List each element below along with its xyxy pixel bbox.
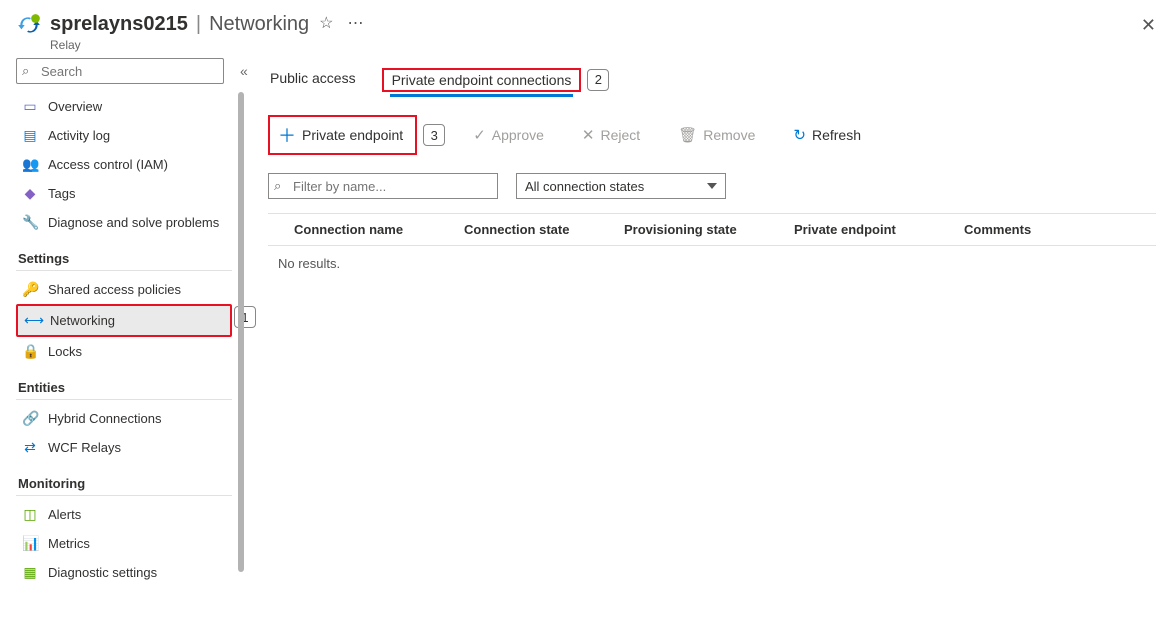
sidebar-item-label: Diagnostic settings bbox=[48, 565, 157, 580]
star-icon: ☆ bbox=[319, 15, 333, 32]
diagnose-icon: 🔧 bbox=[22, 214, 38, 231]
title-separator: | bbox=[196, 13, 201, 36]
dropdown-value: All connection states bbox=[525, 179, 644, 194]
blade-title: Networking bbox=[209, 13, 309, 36]
remove-button[interactable]: 🗑 Remove bbox=[668, 121, 765, 149]
plus-icon: ＋ bbox=[278, 122, 296, 148]
sidebar-item-metrics[interactable]: 📊 Metrics bbox=[16, 529, 232, 558]
sidebar-item-networking[interactable]: ⟷ Networking bbox=[16, 304, 232, 337]
grid-empty-message: No results. bbox=[268, 246, 1156, 281]
refresh-icon: ↻ bbox=[793, 126, 806, 144]
sidebar-search-input[interactable] bbox=[16, 58, 224, 84]
cmd-label: Reject bbox=[601, 127, 641, 143]
hybrid-icon: 🔗 bbox=[22, 410, 38, 427]
sidebar-section-entities: Entities bbox=[18, 380, 232, 395]
sidebar-item-label: Overview bbox=[48, 99, 102, 114]
tab-public-access[interactable]: Public access bbox=[268, 64, 358, 95]
grid-header-row: Connection name Connection state Provisi… bbox=[268, 214, 1156, 246]
sidebar-item-locks[interactable]: 🔒 Locks bbox=[16, 337, 232, 366]
sidebar-item-label: Locks bbox=[48, 344, 82, 359]
sidebar-item-label: Alerts bbox=[48, 507, 81, 522]
sidebar-item-label: Shared access policies bbox=[48, 282, 181, 297]
tags-icon: ◆ bbox=[22, 185, 38, 202]
sidebar-item-wcf-relays[interactable]: ⇄ WCF Relays bbox=[16, 433, 232, 462]
favorite-button[interactable]: ☆ bbox=[315, 12, 337, 36]
add-private-endpoint-button[interactable]: ＋ Private endpoint bbox=[268, 115, 417, 155]
tab-bar: Public access Private endpoint connectio… bbox=[268, 64, 1156, 95]
networking-icon: ⟷ bbox=[24, 312, 40, 329]
diagnostic-icon: ▦ bbox=[22, 564, 38, 581]
sidebar-item-diagnostic-settings[interactable]: ▦ Diagnostic settings bbox=[16, 558, 232, 587]
key-icon: 🔑 bbox=[22, 281, 38, 298]
search-icon: ⌕ bbox=[22, 63, 29, 79]
blade-header: sprelayns0215 | Networking ☆ ⋯ Relay ✕ bbox=[0, 0, 1176, 58]
connections-grid: Connection name Connection state Provisi… bbox=[268, 213, 1156, 281]
relay-icon bbox=[16, 12, 42, 38]
col-connection-state[interactable]: Connection state bbox=[464, 222, 624, 237]
activity-log-icon: ▤ bbox=[22, 127, 38, 144]
col-comments[interactable]: Comments bbox=[964, 222, 1156, 237]
close-button[interactable]: ✕ bbox=[1137, 12, 1160, 38]
cmd-label: Remove bbox=[703, 127, 755, 143]
resource-type: Relay bbox=[50, 38, 1137, 52]
refresh-button[interactable]: ↻ Refresh bbox=[783, 121, 871, 149]
wcf-icon: ⇄ bbox=[22, 439, 38, 456]
metrics-icon: 📊 bbox=[22, 535, 38, 552]
sidebar-section-monitoring: Monitoring bbox=[18, 476, 232, 491]
command-bar: ＋ Private endpoint 3 ✓ Approve ✕ Reject … bbox=[268, 115, 1156, 155]
resource-name: sprelayns0215 bbox=[50, 13, 188, 36]
col-connection-name[interactable]: Connection name bbox=[294, 222, 464, 237]
lock-icon: 🔒 bbox=[22, 343, 38, 360]
connection-state-dropdown[interactable]: All connection states bbox=[516, 173, 726, 199]
sidebar-item-alerts[interactable]: ◫ Alerts bbox=[16, 500, 232, 529]
cmd-label: Refresh bbox=[812, 127, 861, 143]
sidebar-section-settings: Settings bbox=[18, 251, 232, 266]
search-icon: ⌕ bbox=[274, 178, 281, 194]
sidebar-item-activity-log[interactable]: ▤ Activity log bbox=[16, 121, 232, 150]
cmd-label: Private endpoint bbox=[302, 127, 403, 143]
sidebar-item-label: Diagnose and solve problems bbox=[48, 215, 219, 230]
sidebar-item-label: Access control (IAM) bbox=[48, 157, 168, 172]
content-area: Public access Private endpoint connectio… bbox=[240, 58, 1176, 639]
sidebar-item-label: WCF Relays bbox=[48, 440, 121, 455]
sidebar-item-diagnose[interactable]: 🔧 Diagnose and solve problems bbox=[16, 208, 232, 237]
close-icon: ✕ bbox=[1141, 15, 1156, 35]
col-private-endpoint[interactable]: Private endpoint bbox=[794, 222, 964, 237]
check-icon: ✓ bbox=[473, 126, 486, 144]
overview-icon: ▭ bbox=[22, 98, 38, 115]
col-provisioning-state[interactable]: Provisioning state bbox=[624, 222, 794, 237]
sidebar-item-label: Metrics bbox=[48, 536, 90, 551]
sidebar-item-label: Activity log bbox=[48, 128, 110, 143]
sidebar-item-shared-access-policies[interactable]: 🔑 Shared access policies bbox=[16, 275, 232, 304]
sidebar-item-tags[interactable]: ◆ Tags bbox=[16, 179, 232, 208]
reject-button[interactable]: ✕ Reject bbox=[572, 121, 650, 149]
iam-icon: 👥 bbox=[22, 156, 38, 173]
filter-by-name-input[interactable] bbox=[268, 173, 498, 199]
sidebar-item-label: Networking bbox=[50, 313, 115, 328]
approve-button[interactable]: ✓ Approve bbox=[463, 121, 554, 149]
alerts-icon: ◫ bbox=[22, 506, 38, 523]
sidebar-item-hybrid-connections[interactable]: 🔗 Hybrid Connections bbox=[16, 404, 232, 433]
trash-icon: 🗑 bbox=[678, 126, 697, 144]
ellipsis-icon: ⋯ bbox=[347, 15, 363, 32]
tab-private-endpoint-connections[interactable]: Private endpoint connections bbox=[390, 66, 574, 97]
more-button[interactable]: ⋯ bbox=[343, 12, 367, 36]
sidebar-item-access-control[interactable]: 👥 Access control (IAM) bbox=[16, 150, 232, 179]
sidebar-item-overview[interactable]: ▭ Overview bbox=[16, 92, 232, 121]
sidebar-item-label: Hybrid Connections bbox=[48, 411, 161, 426]
sidebar: ⌕ « ▭ Overview ▤ Activity log 👥 Access c… bbox=[0, 58, 240, 639]
callout-badge-3: 3 bbox=[423, 124, 445, 146]
sidebar-item-label: Tags bbox=[48, 186, 75, 201]
cmd-label: Approve bbox=[492, 127, 544, 143]
callout-badge-2: 2 bbox=[587, 69, 609, 91]
x-icon: ✕ bbox=[582, 126, 595, 144]
